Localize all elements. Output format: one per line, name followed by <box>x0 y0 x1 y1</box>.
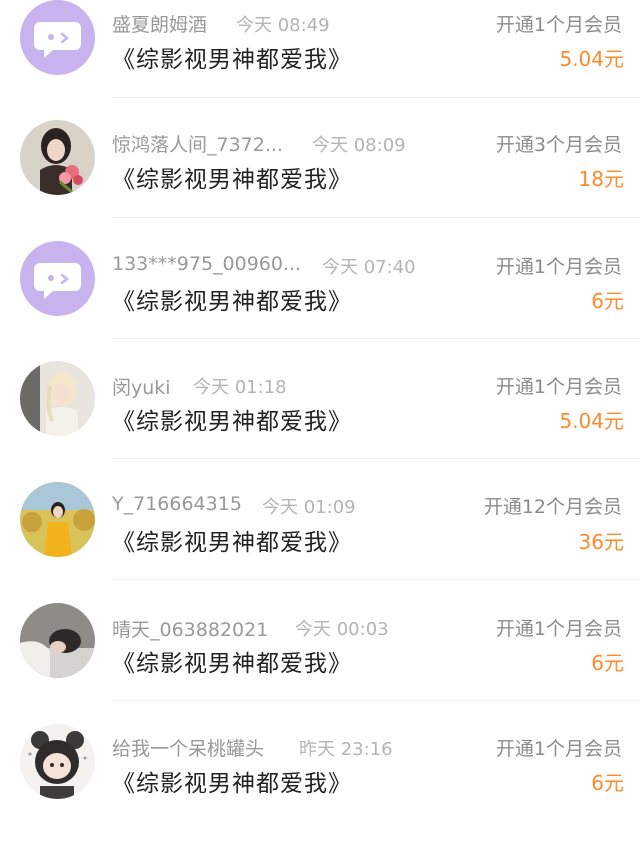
plan-label: 开通1个月会员 <box>495 256 622 278</box>
subscription-list: 盛夏朗姆酒 今天 08:49 《综影视男神都爱我》 开通1个月会员 5.04元 … <box>0 0 640 823</box>
timestamp: 今天 01:18 <box>193 377 287 398</box>
avatar[interactable] <box>20 482 95 557</box>
plan-label: 开通1个月会员 <box>495 738 622 760</box>
plan-label: 开通1个月会员 <box>495 14 622 36</box>
book-title: 《综影视男神都爱我》 <box>112 409 352 435</box>
user-name: 晴天_063882021 <box>112 619 269 641</box>
divider <box>112 217 640 218</box>
plan-label: 开通12个月会员 <box>483 496 622 518</box>
scrollbar[interactable] <box>634 0 638 823</box>
user-name: 惊鸿落人间_7372... <box>112 134 283 156</box>
price: 5.04元 <box>559 47 624 71</box>
price: 6元 <box>591 771 624 795</box>
book-title: 《综影视男神都爱我》 <box>112 771 352 797</box>
timestamp: 今天 08:09 <box>312 135 406 156</box>
book-title: 《综影视男神都爱我》 <box>112 167 352 193</box>
book-title: 《综影视男神都爱我》 <box>112 47 352 73</box>
avatar[interactable] <box>20 241 95 316</box>
divider <box>112 458 640 459</box>
list-item[interactable]: 给我一个呆桃罐头 昨天 23:16 《综影视男神都爱我》 开通1个月会员 6元 <box>0 724 640 844</box>
plan-label: 开通1个月会员 <box>495 376 622 398</box>
divider <box>112 338 640 339</box>
avatar[interactable] <box>20 724 95 799</box>
plan-label: 开通1个月会员 <box>495 618 622 640</box>
plan-label: 开通3个月会员 <box>495 134 622 156</box>
user-photo-icon <box>20 361 95 436</box>
timestamp: 今天 07:40 <box>322 257 416 278</box>
divider <box>112 700 640 701</box>
chat-bubble-icon <box>20 0 95 75</box>
timestamp: 今天 08:49 <box>236 15 330 36</box>
price: 36元 <box>578 530 624 554</box>
list-item[interactable]: 盛夏朗姆酒 今天 08:49 《综影视男神都爱我》 开通1个月会员 5.04元 <box>0 0 640 120</box>
chat-bubble-icon <box>20 241 95 316</box>
list-item[interactable]: 闵yuki 今天 01:18 《综影视男神都爱我》 开通1个月会员 5.04元 <box>0 361 640 481</box>
user-name: 给我一个呆桃罐头 <box>112 738 265 760</box>
price: 6元 <box>591 289 624 313</box>
price: 6元 <box>591 651 624 675</box>
user-photo-icon <box>20 482 95 557</box>
list-item[interactable]: 惊鸿落人间_7372... 今天 08:09 《综影视男神都爱我》 开通3个月会… <box>0 120 640 240</box>
user-photo-icon <box>20 603 95 678</box>
book-title: 《综影视男神都爱我》 <box>112 651 352 677</box>
timestamp: 昨天 23:16 <box>299 739 393 760</box>
price: 5.04元 <box>559 409 624 433</box>
timestamp: 今天 01:09 <box>262 497 356 518</box>
user-photo-icon <box>20 724 95 799</box>
list-item[interactable]: 133***975_00960... 今天 07:40 《综影视男神都爱我》 开… <box>0 241 640 361</box>
list-item[interactable]: 晴天_063882021 今天 00:03 《综影视男神都爱我》 开通1个月会员… <box>0 603 640 723</box>
divider <box>112 579 640 580</box>
divider <box>112 97 640 98</box>
user-name: 闵yuki <box>112 377 171 399</box>
price: 18元 <box>578 167 624 191</box>
timestamp: 今天 00:03 <box>295 619 389 640</box>
avatar[interactable] <box>20 0 95 75</box>
user-photo-icon <box>20 120 95 195</box>
avatar[interactable] <box>20 120 95 195</box>
avatar[interactable] <box>20 361 95 436</box>
book-title: 《综影视男神都爱我》 <box>112 530 352 556</box>
user-name: Y_716664315 <box>112 493 242 515</box>
list-item[interactable]: Y_716664315 今天 01:09 《综影视男神都爱我》 开通12个月会员… <box>0 482 640 602</box>
user-name: 盛夏朗姆酒 <box>112 14 208 36</box>
avatar[interactable] <box>20 603 95 678</box>
book-title: 《综影视男神都爱我》 <box>112 289 352 315</box>
user-name: 133***975_00960... <box>112 253 302 275</box>
